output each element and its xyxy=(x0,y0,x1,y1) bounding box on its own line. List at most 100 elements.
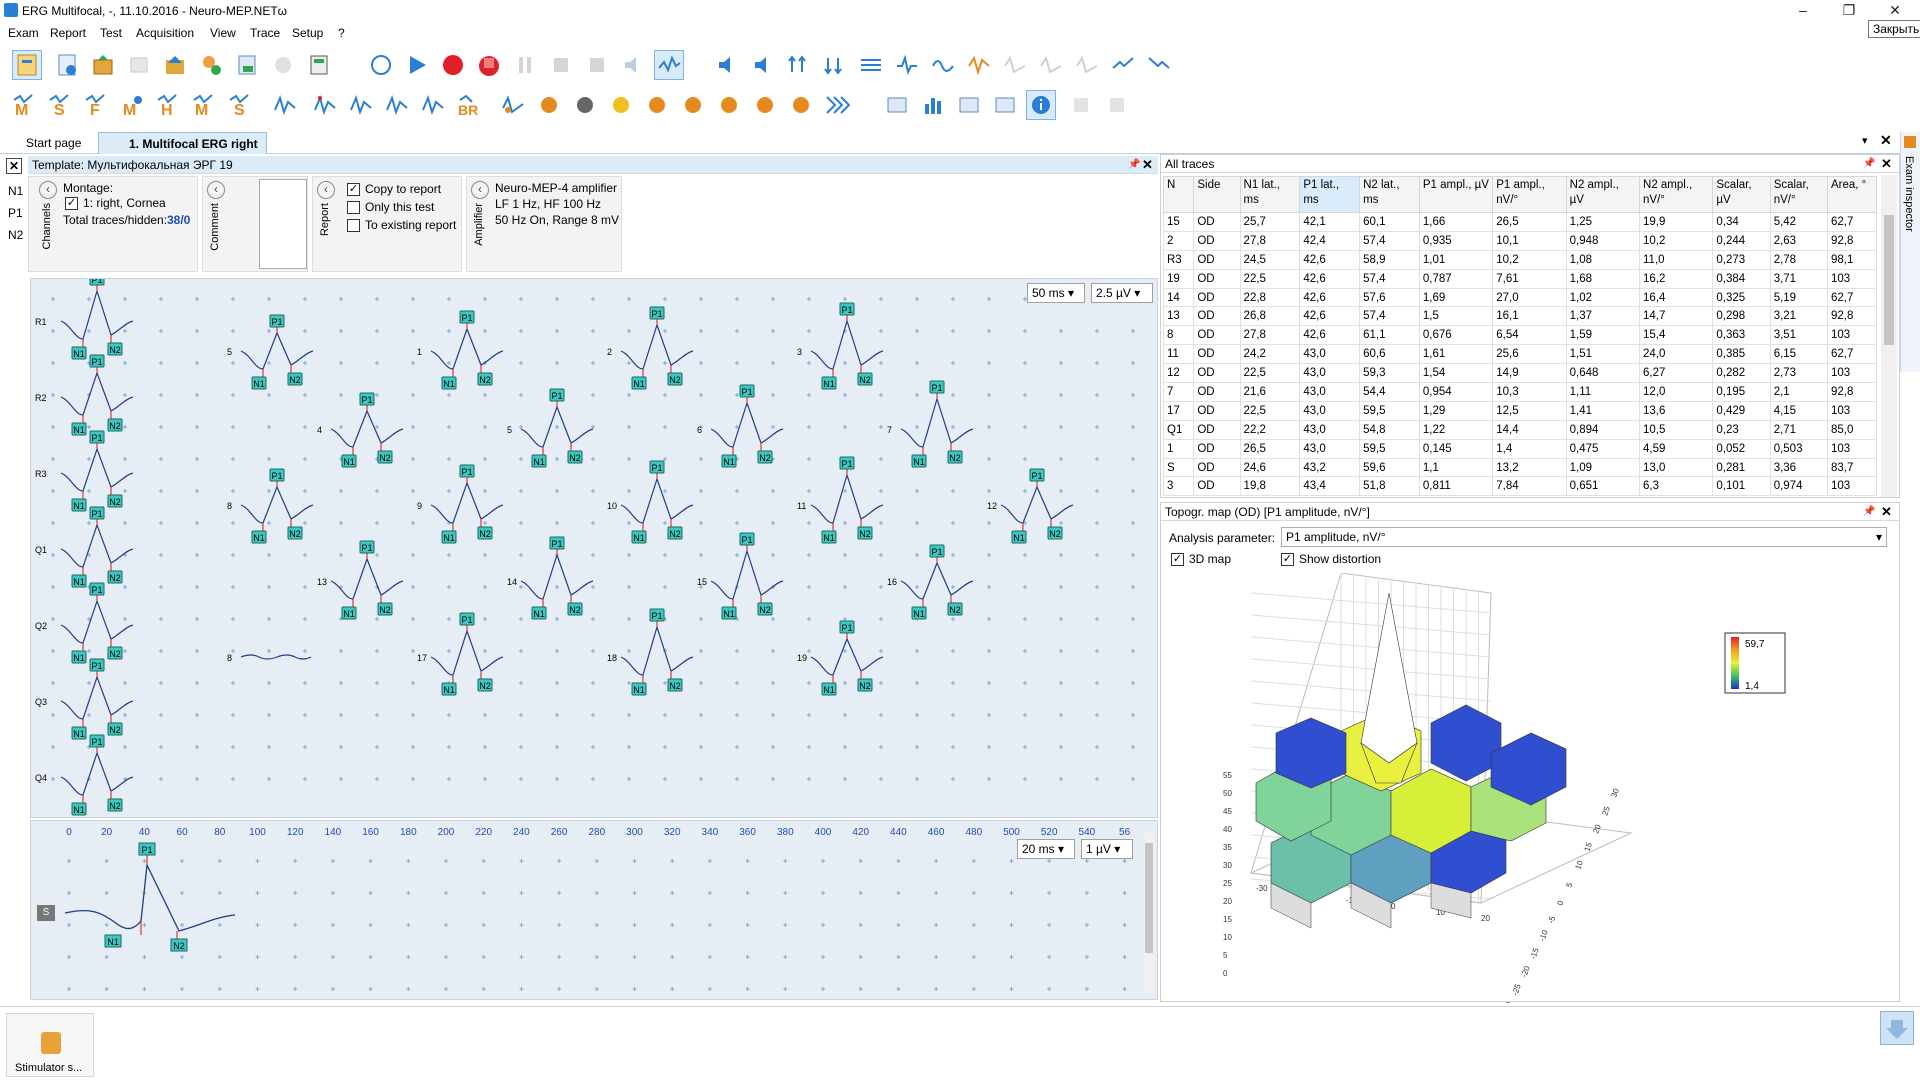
table-row[interactable]: 13 OD 26,8 42,6 57,4 1,5 16,1 1,37 14,7 0,298 3,21… xyxy=(1162,306,1878,327)
column-header[interactable]: Side xyxy=(1193,176,1241,213)
table-row[interactable]: 17 OD 22,5 43,0 59,5 1,29 12,5 1,41 13,6 0,429 4,1… xyxy=(1162,400,1878,421)
menu-trace[interactable]: Trace xyxy=(250,26,280,40)
volume-button[interactable] xyxy=(712,50,742,80)
mark-s2-button[interactable]: S xyxy=(226,90,256,120)
tab-close-icon[interactable]: ✕ xyxy=(1880,132,1892,149)
column-header[interactable]: N xyxy=(1162,176,1195,213)
peak-c-button[interactable] xyxy=(346,90,376,120)
area-8-button[interactable] xyxy=(750,90,780,120)
record-button[interactable] xyxy=(438,50,468,80)
column-header[interactable]: Scalar, µV xyxy=(1712,176,1771,213)
column-header[interactable]: N2 lat., ms xyxy=(1359,176,1420,213)
stop-hand-button[interactable] xyxy=(474,50,504,80)
br-button[interactable]: BR xyxy=(454,90,484,120)
sensitivity-select[interactable]: 2.5 µV ▾ xyxy=(1091,283,1153,303)
import-button[interactable] xyxy=(1066,90,1096,120)
table-row[interactable]: R3 OD 24,5 42,6 58,9 1,01 10,2 1,08 11,0 0,273 2,7… xyxy=(1162,249,1878,270)
wave-2-button[interactable] xyxy=(928,50,958,80)
erg-trace[interactable] xyxy=(900,561,974,600)
layout-3-button[interactable] xyxy=(990,90,1020,120)
stimulator-settings-button[interactable]: Stimulator s... xyxy=(6,1013,94,1077)
all-traces-close-icon[interactable]: ✕ xyxy=(1881,156,1892,172)
stop-button[interactable] xyxy=(546,50,576,80)
forward-button[interactable] xyxy=(1108,50,1138,80)
mark-m-button[interactable]: M xyxy=(10,90,40,120)
sound-button[interactable] xyxy=(618,50,648,80)
menu-view[interactable]: View xyxy=(210,26,236,40)
erg-trace[interactable] xyxy=(900,396,974,448)
peak-e-button[interactable] xyxy=(418,90,448,120)
export-button[interactable] xyxy=(160,50,190,80)
channels-collapse-button[interactable]: ‹ xyxy=(39,181,57,199)
table-row[interactable]: 19 OD 22,5 42,6 57,4 0,787 7,61 1,68 16,2 0,384 3,… xyxy=(1162,268,1878,289)
exam-inspector-tab[interactable]: Exam inspector xyxy=(1900,132,1920,372)
amplifier-collapse-button[interactable]: ‹ xyxy=(471,181,489,199)
marker-n1[interactable]: N1 xyxy=(8,184,23,198)
erg-trace[interactable] xyxy=(620,477,694,524)
erg-trace[interactable] xyxy=(60,599,134,644)
menu-help[interactable]: ? xyxy=(338,26,345,40)
erg-trace[interactable] xyxy=(240,485,314,524)
close-window-button[interactable]: ✕ xyxy=(1872,0,1918,22)
table-row[interactable]: 12 OD 22,5 43,0 59,3 1,54 14,9 0,648 6,27 0,282 2,… xyxy=(1162,363,1878,384)
bottom-scrollbar[interactable] xyxy=(1143,831,1155,991)
all-traces-scrollbar[interactable] xyxy=(1881,175,1897,497)
area-6-button[interactable] xyxy=(678,90,708,120)
report-button[interactable] xyxy=(232,50,262,80)
erg-trace[interactable] xyxy=(430,629,504,676)
erg-trace[interactable] xyxy=(60,523,134,568)
topo-pin-icon[interactable]: 📌 xyxy=(1863,506,1875,517)
mark-m3-button[interactable]: M xyxy=(190,90,220,120)
impedance-button[interactable] xyxy=(366,50,396,80)
erg-trace[interactable] xyxy=(430,481,504,524)
analysis-param-select[interactable]: P1 amplitude, nV/° ▾ xyxy=(1281,527,1887,547)
menu-setup[interactable]: Setup xyxy=(292,26,323,40)
table-row[interactable]: S OD 24,6 43,2 59,6 1,1 13,2 1,09 13,0 0,281 3,36 8… xyxy=(1162,457,1878,478)
report-collapse-button[interactable]: ‹ xyxy=(317,181,335,199)
column-header[interactable]: N2 ampl., µV xyxy=(1565,176,1641,213)
flat-trace[interactable] xyxy=(240,654,312,660)
back-button[interactable] xyxy=(1144,50,1174,80)
pause-button[interactable] xyxy=(510,50,540,80)
bottom-erg-trace[interactable] xyxy=(64,862,236,932)
wave-1-button[interactable] xyxy=(892,50,922,80)
delete-trace-button[interactable] xyxy=(582,50,612,80)
average-mode-button[interactable] xyxy=(654,50,684,80)
gain-up-button[interactable] xyxy=(784,50,814,80)
all-traces-pin-icon[interactable]: 📌 xyxy=(1863,158,1875,169)
wave-3-button[interactable] xyxy=(964,50,994,80)
comment-input[interactable] xyxy=(259,179,307,269)
exam-tree-button[interactable] xyxy=(12,50,42,80)
marker-n2[interactable]: N2 xyxy=(8,228,23,242)
table-row[interactable]: 15 OD 25,7 42,1 60,1 1,66 26,5 1,25 19,9 0,34 5,42… xyxy=(1162,212,1878,232)
erg-trace[interactable] xyxy=(60,288,134,340)
scroll-down-button[interactable] xyxy=(1880,1011,1914,1045)
mark-m2-button[interactable]: M xyxy=(118,90,148,120)
menu-report[interactable]: Report xyxy=(50,26,86,40)
menu-test[interactable]: Test xyxy=(100,26,122,40)
mark-h-button[interactable]: H xyxy=(154,90,184,120)
table-row[interactable]: 8 OD 27,8 42,6 61,1 0,676 6,54 1,59 15,4 0,363 3,5… xyxy=(1162,325,1878,346)
erg-trace[interactable] xyxy=(430,327,504,370)
single-trace-panel[interactable]: 0 20 40 60 80 100 120 140 160 180 200 220 240 260 280 3… xyxy=(30,820,1158,1000)
menu-acquisition[interactable]: Acquisition xyxy=(136,26,194,40)
trace-s-label[interactable]: S xyxy=(37,905,55,921)
montage-checkbox[interactable]: ✓ xyxy=(65,197,78,210)
info-button[interactable] xyxy=(1026,90,1056,120)
table-row[interactable]: 2 OD 27,8 42,4 57,4 0,935 10,1 0,948 10,2 0,244 2,… xyxy=(1162,230,1878,251)
column-header[interactable]: Area, ° xyxy=(1826,176,1878,213)
all-traces-table[interactable]: N Side N1 lat., ms P1 lat., ms N2 lat., ms P1… xyxy=(1162,176,1878,497)
erg-trace[interactable] xyxy=(710,548,784,600)
topo-hex-prism[interactable] xyxy=(1275,717,1347,789)
erg-trace[interactable] xyxy=(710,401,784,448)
show-distortion-checkbox[interactable]: ✓ xyxy=(1281,553,1294,566)
comment-collapse-button[interactable]: ‹ xyxy=(207,181,225,199)
tab-dropdown-icon[interactable]: ▾ xyxy=(1862,134,1868,147)
erg-trace[interactable] xyxy=(1000,485,1074,524)
gain-down-button[interactable] xyxy=(820,50,850,80)
erg-trace[interactable] xyxy=(240,331,314,370)
peak-d-button[interactable] xyxy=(382,90,412,120)
erg-trace[interactable] xyxy=(330,557,404,600)
table-row[interactable]: 14 OD 22,8 42,6 57,6 1,69 27,0 1,02 16,4 0,325 5,1… xyxy=(1162,287,1878,308)
column-header[interactable]: P1 lat., ms xyxy=(1299,176,1361,213)
